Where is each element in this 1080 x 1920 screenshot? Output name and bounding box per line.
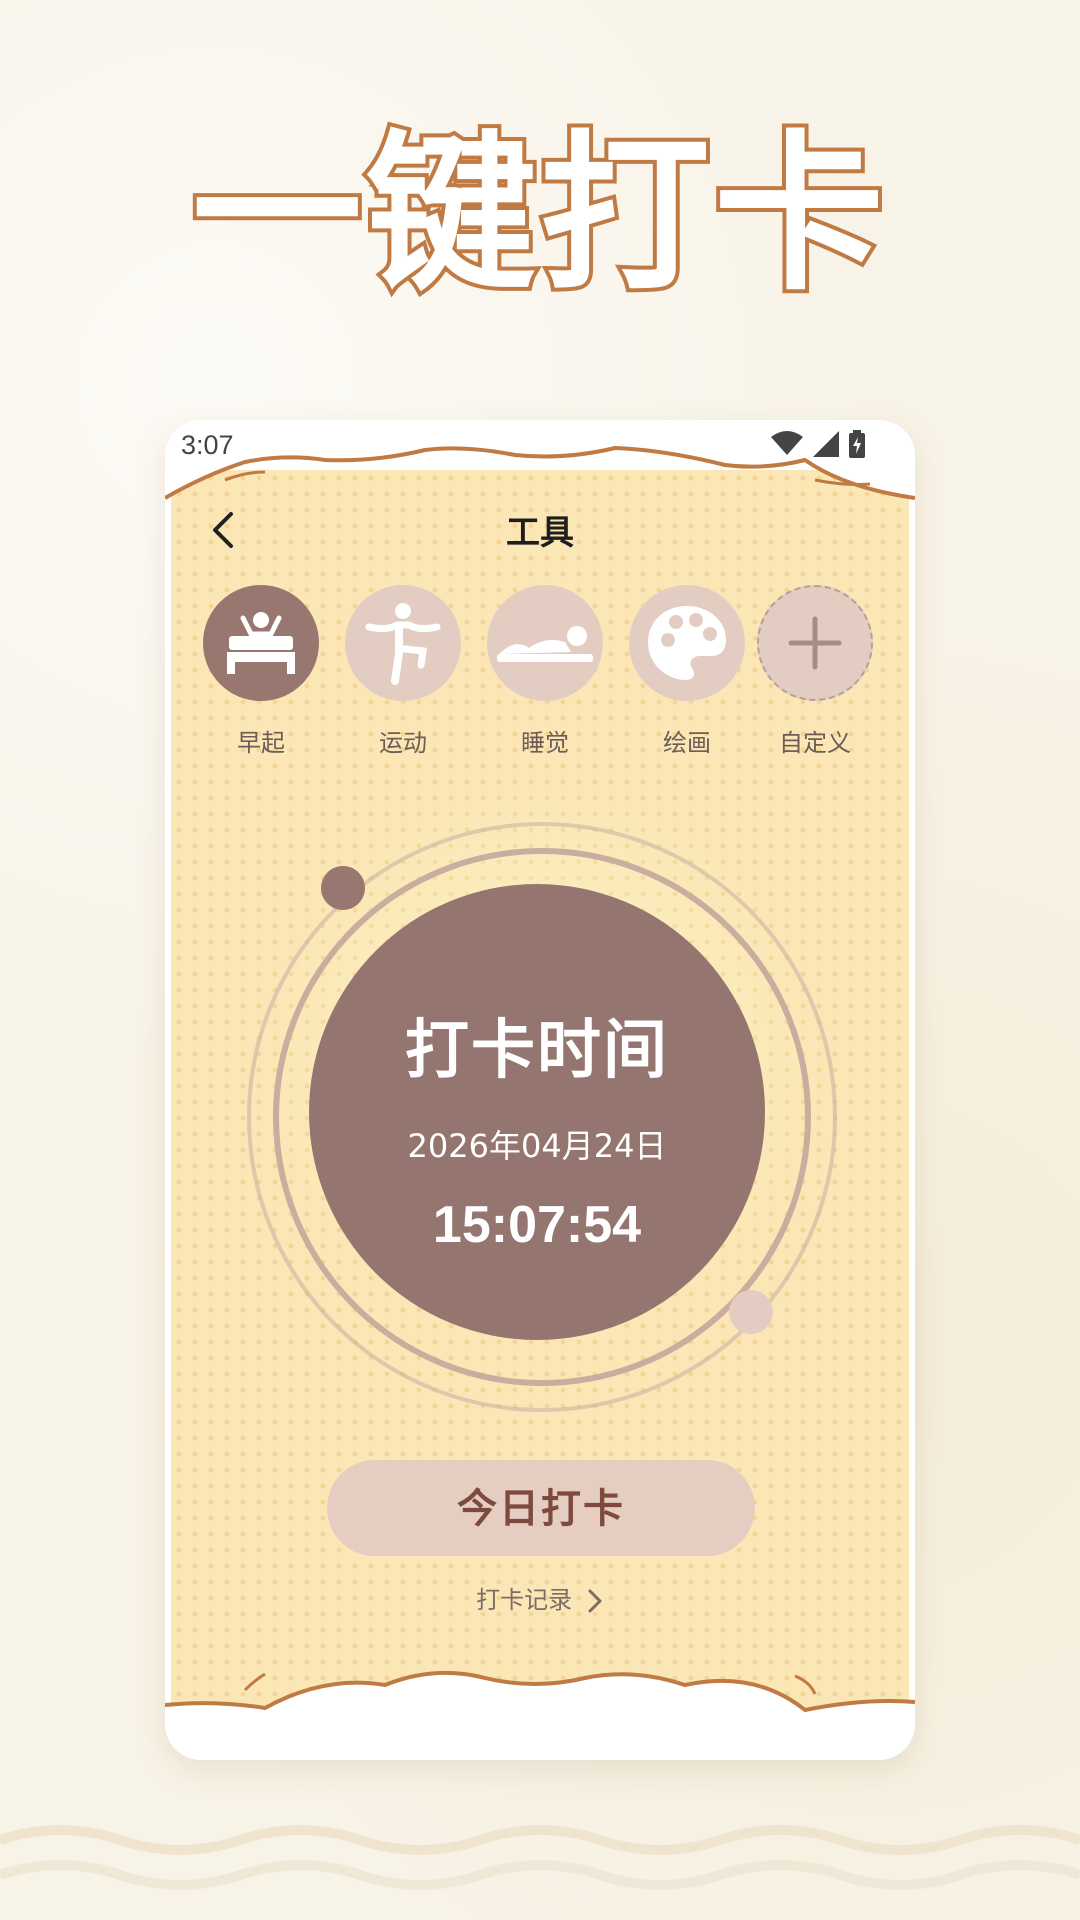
category-wakeup[interactable]: 早起 [201,585,321,758]
category-row: 早起 运动 睡觉 绘画 自定义 [165,585,915,775]
signal-icon [813,431,839,457]
category-sleep[interactable]: 睡觉 [485,585,605,758]
category-label: 自定义 [779,729,851,757]
checkin-today-button[interactable]: 今日打卡 [327,1460,755,1556]
hero-title: 一键打卡 [188,116,888,314]
nav-title: 工具 [506,513,574,553]
clock-core: 打卡时间 2026年04月24日 15:07:54 [309,884,765,1340]
status-time: 3:07 [181,430,234,460]
category-label: 睡觉 [521,729,569,757]
category-label: 运动 [379,729,427,757]
palette-icon [648,606,726,680]
chevron-right-icon [588,1589,602,1613]
category-drawing[interactable]: 绘画 [627,585,747,758]
category-label: 早起 [237,729,285,757]
orbit-dot-dark [321,866,365,910]
clock-title: 打卡时间 [405,1014,669,1088]
category-icon-circle [757,585,873,701]
category-icon-circle [629,585,745,701]
battery-icon [849,430,865,458]
category-icon-circle [487,585,603,701]
status-bar: 3:07 [165,420,915,470]
plus-icon [788,616,842,670]
wifi-icon [771,431,803,455]
clock-time: 15:07:54 [432,1196,642,1254]
phone-frame: 3:07 工具 早起 运动 睡觉 绘画 自定义 打卡时间 2026年04月24日… [165,420,915,1760]
status-icons [771,430,865,458]
bed-wakeup-icon [227,612,295,674]
category-label: 绘画 [663,729,711,757]
exercise-icon [365,603,441,685]
bottom-scallop-border [165,1670,915,1760]
category-custom[interactable]: 自定义 [755,585,875,758]
checkin-records-link[interactable]: 打卡记录 [165,1580,915,1615]
clock-date: 2026年04月24日 [407,1127,667,1165]
orbit-dot-light [729,1290,773,1334]
category-icon-circle [345,585,461,701]
decorative-waves [0,1825,1080,1890]
category-exercise[interactable]: 运动 [343,585,463,758]
clock-dial: 打卡时间 2026年04月24日 15:07:54 [245,820,837,1412]
records-link-label: 打卡记录 [476,1586,573,1614]
sleep-icon [497,626,593,662]
category-icon-circle [203,585,319,701]
